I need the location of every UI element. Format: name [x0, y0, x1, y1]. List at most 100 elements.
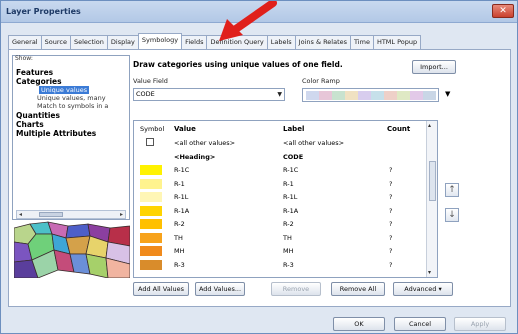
advanced-label: Advanced: [404, 285, 437, 293]
color-ramp-swatch: [371, 91, 384, 100]
cell-count: ?: [389, 193, 393, 201]
color-ramp-swatch: [345, 91, 358, 100]
remove-all-button[interactable]: Remove All: [331, 282, 385, 296]
symbol-swatch[interactable]: [140, 232, 162, 243]
cell-value: R-1: [174, 179, 185, 188]
col-header-count[interactable]: Count: [387, 125, 410, 133]
symbol-swatch[interactable]: [140, 246, 162, 256]
close-button[interactable]: ✕: [492, 4, 514, 18]
apply-button[interactable]: Apply: [454, 317, 506, 331]
ok-button[interactable]: OK: [333, 317, 385, 331]
annotation-arrow-icon: [219, 1, 277, 41]
symbol-swatch[interactable]: [140, 205, 162, 216]
table-row[interactable]: R-1C R-1C?: [134, 164, 427, 176]
show-item-unique-values[interactable]: Unique values: [39, 86, 90, 94]
import-button[interactable]: Import...: [412, 60, 456, 74]
table-row[interactable]: R-2 R-2?: [134, 218, 427, 230]
tab-html-popup[interactable]: HTML Popup: [372, 35, 422, 49]
show-item-match-to-symbols-in-a[interactable]: Match to symbols in a: [37, 102, 108, 110]
col-header-value[interactable]: Value: [174, 125, 196, 133]
symbol-swatch[interactable]: [140, 219, 162, 229]
tab-symbology[interactable]: Symbology: [137, 33, 183, 49]
add-all-values-button[interactable]: Add All Values: [133, 282, 189, 296]
symbol-swatch[interactable]: [140, 259, 162, 270]
cancel-button[interactable]: Cancel: [394, 317, 446, 331]
scroll-right-icon[interactable]: ▸: [120, 211, 123, 218]
show-item-unique-values-many[interactable]: Unique values, many: [37, 94, 106, 102]
symbology-heading: Draw categories using unique values of o…: [133, 60, 343, 69]
chevron-down-icon: ▾: [438, 285, 442, 293]
table-row[interactable]: R-3 R-3?: [134, 259, 427, 271]
all-other-values-checkbox[interactable]: [146, 138, 154, 146]
tab-general[interactable]: General: [8, 35, 42, 49]
cell-count: ?: [389, 247, 393, 255]
cell-label: R-1C: [283, 166, 299, 174]
show-list-scrollbar[interactable]: ◂ ▸: [16, 210, 126, 219]
value-field-select[interactable]: CODE ▼: [133, 88, 285, 101]
move-down-button[interactable]: ↓: [445, 208, 459, 222]
color-ramp-swatch: [423, 91, 436, 100]
scroll-down-icon[interactable]: ▾: [428, 269, 431, 276]
color-ramp-swatch: [332, 91, 345, 100]
table-row[interactable]: MH MH?: [134, 245, 427, 257]
cell-label: <all other values>: [283, 139, 345, 147]
show-item-categories[interactable]: Categories: [16, 77, 62, 86]
color-ramp-swatch: [397, 91, 410, 100]
tab-time[interactable]: Time: [350, 35, 374, 49]
scroll-thumb[interactable]: [39, 212, 63, 217]
col-header-label[interactable]: Label: [283, 125, 304, 133]
show-item-features[interactable]: Features: [16, 68, 53, 77]
cell-label: R-1A: [283, 206, 299, 215]
cell-value: R-1C: [174, 166, 190, 174]
value-field-label: Value Field: [133, 77, 168, 85]
cell-count: ?: [389, 179, 393, 188]
table-row[interactable]: TH TH?: [134, 232, 427, 244]
cell-label: TH: [283, 233, 292, 242]
cell-count: ?: [389, 260, 393, 269]
table-row[interactable]: R-1L R-1L?: [134, 191, 427, 203]
scroll-up-icon[interactable]: ▴: [428, 122, 431, 129]
show-item-multiple-attributes[interactable]: Multiple Attributes: [16, 129, 96, 138]
cell-label: CODE: [283, 152, 304, 161]
show-item-quantities[interactable]: Quantities: [16, 111, 60, 120]
tab-display[interactable]: Display: [106, 35, 139, 49]
cell-value: MH: [174, 247, 185, 255]
cell-value: R-1L: [174, 193, 189, 201]
cell-value: R-2: [174, 220, 185, 228]
table-row[interactable]: R-1A R-1A?: [134, 205, 427, 217]
values-table-scrollbar[interactable]: ▴ ▾: [426, 121, 437, 277]
symbol-swatch[interactable]: [140, 192, 162, 202]
symbology-panel: Show: Features Categories Unique values Uni…: [8, 49, 511, 307]
color-ramp-label: Color Ramp: [302, 77, 340, 85]
tab-fields[interactable]: Fields: [181, 35, 208, 49]
symbology-preview-image: [14, 221, 130, 278]
cell-count: ?: [389, 220, 393, 228]
add-values-button[interactable]: Add Values...: [195, 282, 245, 296]
symbol-swatch[interactable]: [140, 178, 162, 189]
tab-joins-relates[interactable]: Joins & Relates: [294, 35, 352, 49]
scroll-left-icon[interactable]: ◂: [19, 211, 22, 218]
color-ramp-chevron-down-icon[interactable]: ▼: [445, 90, 450, 98]
show-list: Show: Features Categories Unique values Uni…: [12, 55, 130, 220]
show-item-charts[interactable]: Charts: [16, 120, 44, 129]
color-ramp-select[interactable]: [302, 88, 439, 102]
color-ramp-swatch: [319, 91, 332, 100]
tab-source[interactable]: Source: [40, 35, 71, 49]
move-up-button[interactable]: ↑: [445, 183, 459, 197]
remove-button[interactable]: Remove: [271, 282, 321, 296]
cell-value: <Heading>: [174, 152, 216, 161]
color-ramp-swatch: [358, 91, 371, 100]
advanced-button[interactable]: Advanced ▾: [393, 282, 453, 296]
cell-label: R-1L: [283, 193, 298, 201]
cell-value: <all other values>: [174, 139, 236, 147]
col-header-symbol[interactable]: Symbol: [140, 125, 164, 133]
table-row[interactable]: <all other values> <all other values>: [134, 137, 427, 149]
cell-value: R-3: [174, 260, 185, 269]
tab-selection[interactable]: Selection: [69, 35, 108, 49]
symbol-swatch[interactable]: [140, 165, 162, 175]
values-table: Symbol Value Label Count <all other valu…: [133, 120, 438, 278]
table-row[interactable]: R-1 R-1?: [134, 178, 427, 190]
cell-label: MH: [283, 247, 294, 255]
table-row[interactable]: <Heading> CODE: [134, 151, 427, 163]
scroll-thumb[interactable]: [429, 161, 436, 201]
